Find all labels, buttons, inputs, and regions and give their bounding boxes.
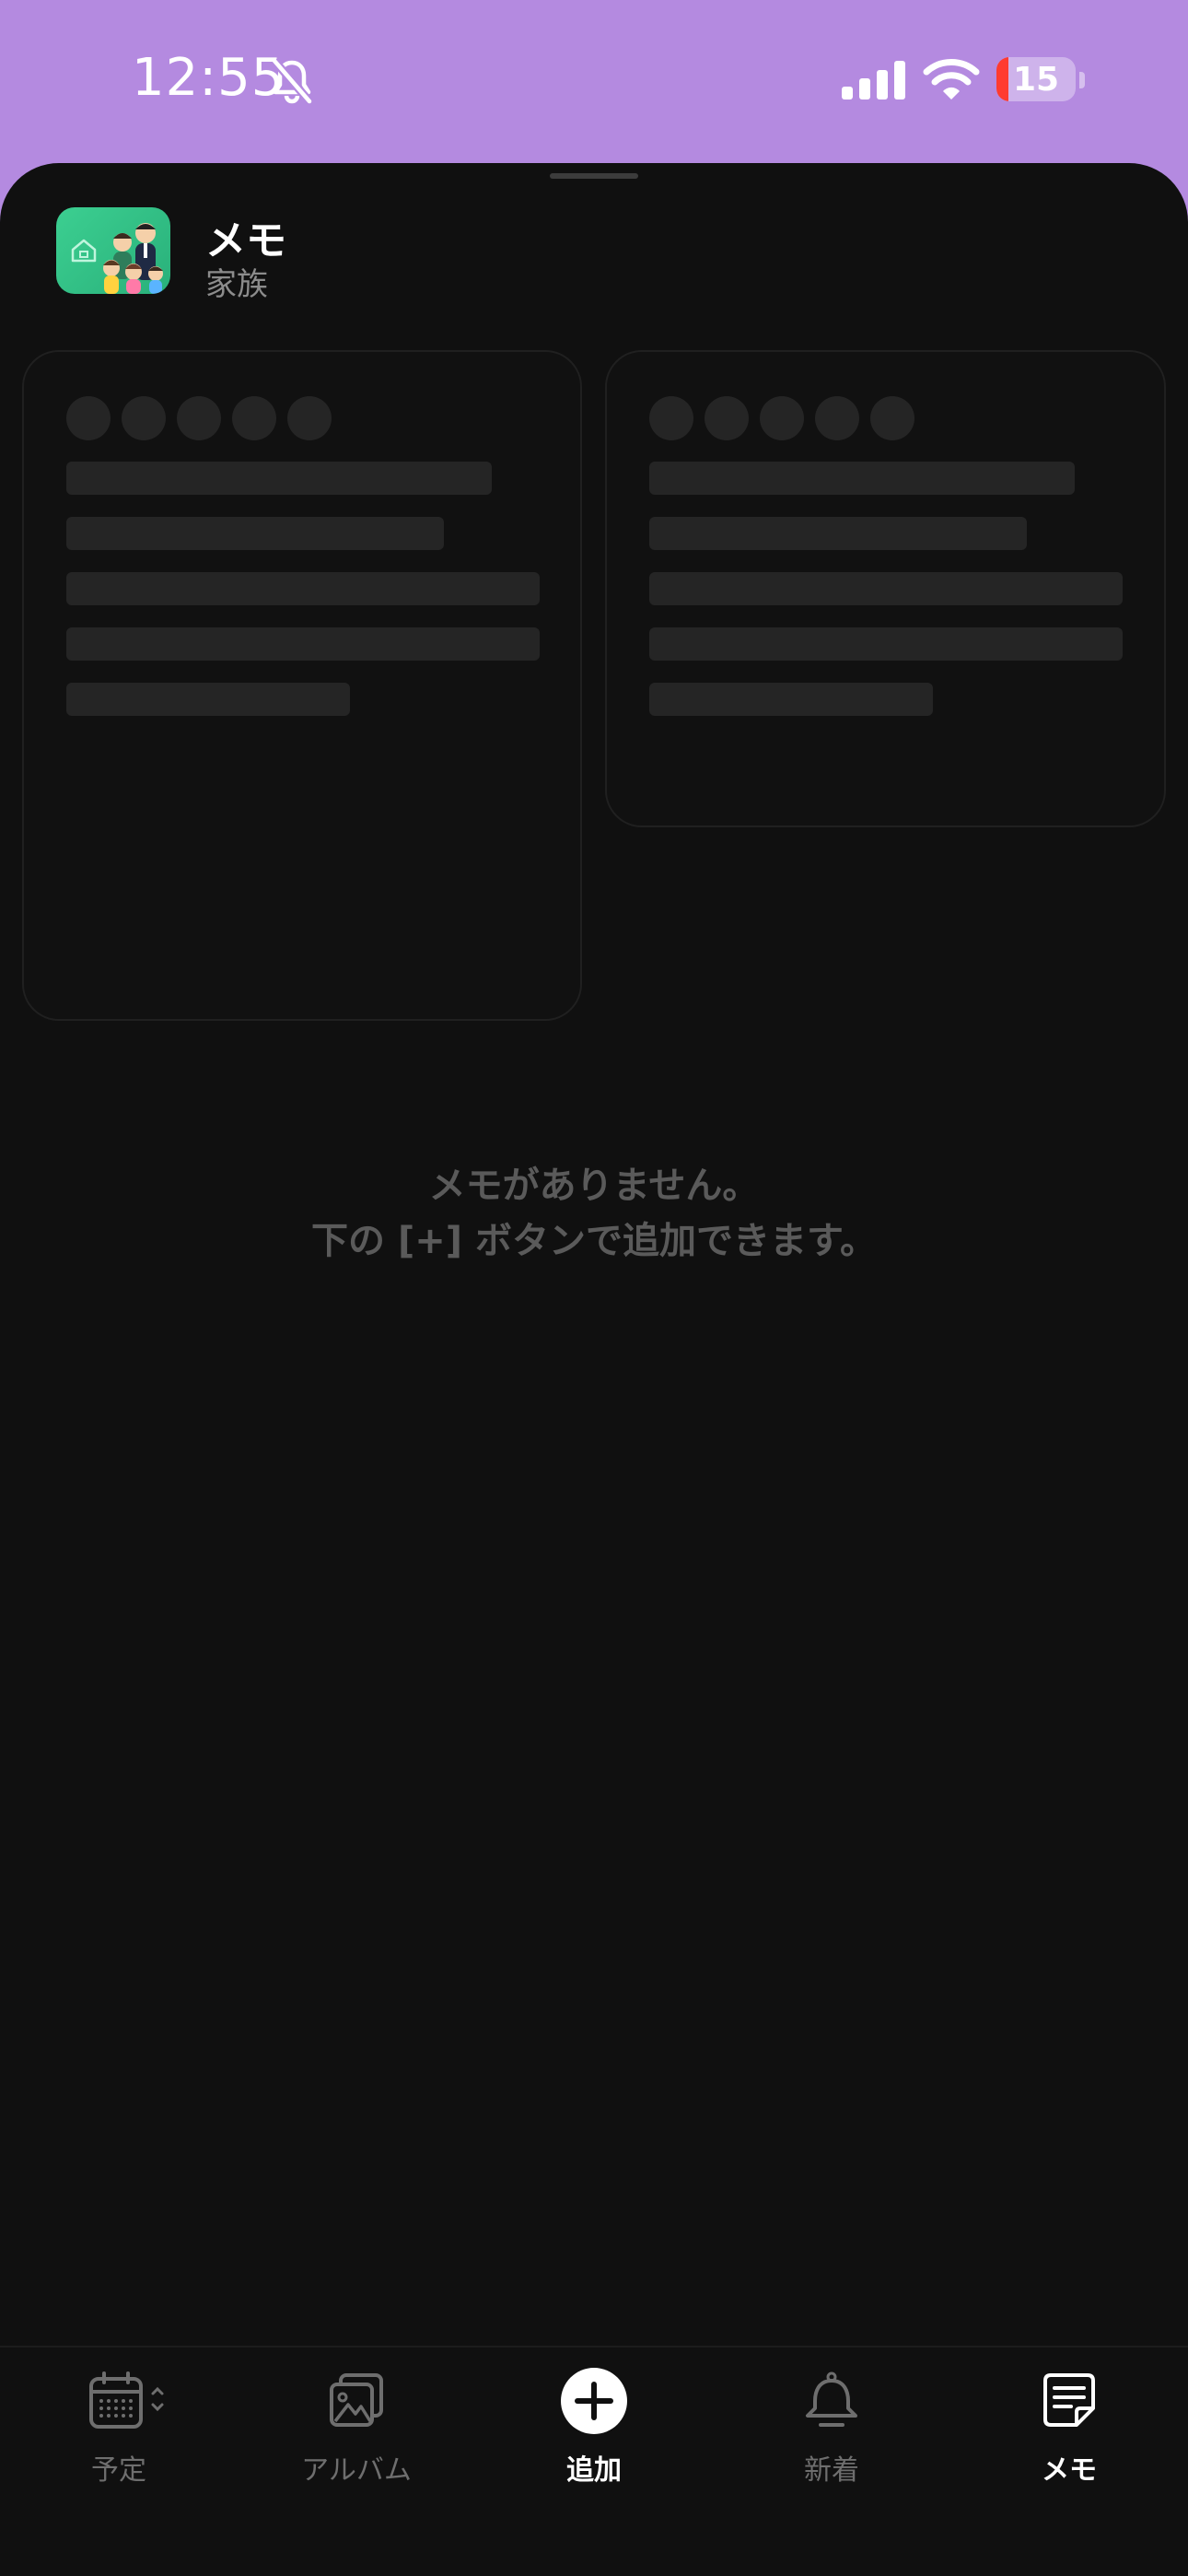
battery-level: 15 <box>1012 60 1060 99</box>
skeleton-line <box>649 462 1075 495</box>
empty-state-line-2: 下の [+] ボタンで追加できます。 <box>311 1220 877 1262</box>
status-bar: 12:55 15 <box>0 0 1188 162</box>
skeleton-line <box>649 627 1123 661</box>
tab-album[interactable]: アルバム <box>238 2348 475 2487</box>
battery-nub <box>1079 72 1085 88</box>
skeleton-avatar <box>649 396 693 440</box>
group-name: 家族 <box>205 266 268 303</box>
bell-icon <box>806 2371 857 2427</box>
skeleton-line <box>649 683 933 716</box>
skeleton-line <box>66 462 492 495</box>
tab-memo-label: メモ <box>1042 2454 1097 2487</box>
note-icon <box>1043 2373 1095 2427</box>
cellular-signal-icon <box>842 61 905 100</box>
skeleton-line <box>66 683 350 716</box>
screen: 12:55 15 メモ 家族 メモがありません。 下の [+] ボタンで追加でき… <box>0 0 1188 2576</box>
skeleton-avatar <box>815 396 859 440</box>
tab-add[interactable]: 追加 <box>475 2348 713 2487</box>
photo-album-icon <box>330 2373 383 2427</box>
skeleton-avatar <box>232 396 276 440</box>
skeleton-avatar <box>870 396 914 440</box>
skeleton-card <box>605 350 1166 827</box>
tab-news[interactable]: 新着 <box>713 2348 950 2487</box>
tab-schedule[interactable]: 予定 <box>0 2348 238 2487</box>
family-app-icon <box>56 207 170 294</box>
skeleton-line <box>66 517 444 550</box>
sheet-grabber[interactable] <box>550 173 638 179</box>
skeleton-avatar <box>705 396 749 440</box>
battery-indicator: 15 <box>996 57 1076 101</box>
tab-schedule-label: 予定 <box>91 2454 146 2487</box>
tab-memo[interactable]: メモ <box>950 2348 1188 2487</box>
calendar-icon <box>89 2371 164 2429</box>
plus-circle-icon <box>561 2368 627 2434</box>
skeleton-line <box>649 517 1027 550</box>
wifi-icon <box>923 59 980 100</box>
empty-state-message: メモがありません。 下の [+] ボタンで追加できます。 <box>0 1158 1188 1269</box>
skeleton-line <box>66 572 540 605</box>
tab-bar: 予定 アルバム 追加 新着 メモ <box>0 2346 1188 2576</box>
skeleton-avatar <box>760 396 804 440</box>
skeleton-line <box>649 572 1123 605</box>
skeleton-avatar <box>66 396 111 440</box>
tab-news-label: 新着 <box>804 2454 859 2487</box>
tab-add-label: 追加 <box>566 2454 622 2487</box>
tab-album-label: アルバム <box>301 2454 412 2487</box>
bell-slash-icon <box>271 58 313 104</box>
memo-sheet: メモ 家族 メモがありません。 下の [+] ボタンで追加できます。 <box>0 163 1188 2576</box>
empty-state-line-1: メモがありません。 <box>428 1165 760 1207</box>
skeleton-avatar <box>287 396 332 440</box>
skeleton-line <box>66 627 540 661</box>
page-title: メモ <box>205 217 286 264</box>
skeleton-avatar <box>122 396 166 440</box>
skeleton-card <box>22 350 582 1021</box>
status-time: 12:55 <box>132 48 285 108</box>
skeleton-avatar <box>177 396 221 440</box>
